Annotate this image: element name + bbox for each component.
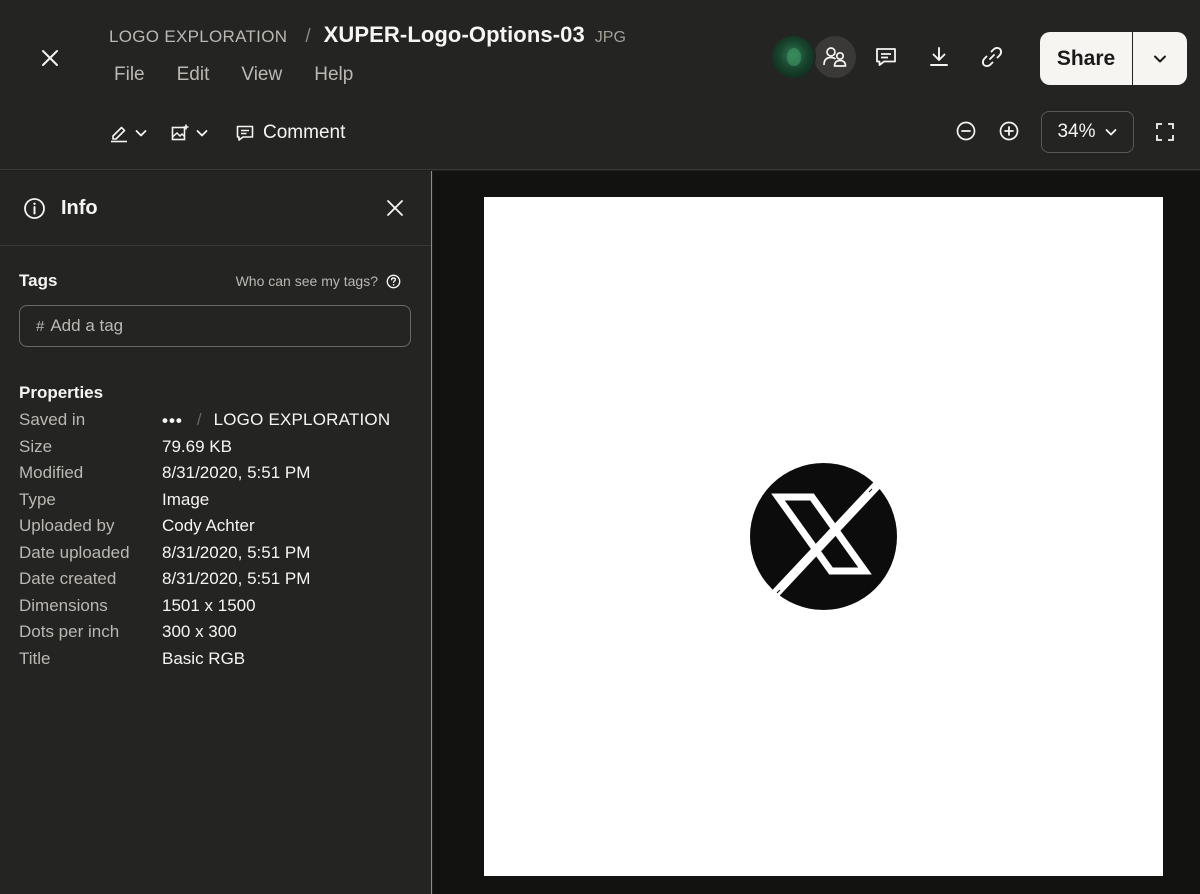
tags-heading: Tags [19, 271, 58, 290]
property-key: Date uploaded [19, 542, 130, 562]
info-panel-header: Info [0, 171, 431, 246]
property-key: Title [19, 648, 51, 668]
image-preview-area[interactable] [433, 171, 1200, 894]
close-viewer-button[interactable] [30, 38, 70, 78]
info-panel: Info Tags Who can see my tags? # Propert… [0, 171, 432, 894]
property-key: Modified [19, 463, 84, 483]
properties-heading: Properties [19, 383, 104, 402]
property-key: Size [19, 436, 53, 456]
property-value: 8/31/2020, 5:51 PM [162, 463, 311, 483]
download-button[interactable] [922, 40, 956, 74]
fullscreen-button[interactable] [1154, 121, 1176, 143]
property-value: 300 x 300 [162, 622, 237, 642]
chevron-down-icon [1154, 55, 1166, 62]
share-button-group: Share [1040, 32, 1187, 85]
chevron-down-icon [1105, 129, 1116, 136]
tags-help-label: Who can see my tags? [235, 273, 378, 289]
property-dimensions: Dimensions 1501 x 1500 [19, 593, 419, 620]
file-extension-badge: JPG [594, 29, 626, 46]
toolbar: Comment [109, 118, 345, 148]
breadcrumb: LOGO EXPLORATION / XUPER-Logo-Options-03… [109, 22, 626, 54]
close-icon [42, 50, 58, 66]
property-value: Cody Achter [162, 516, 255, 536]
properties-list: Saved in ••• / LOGO EXPLORATION Size 79.… [19, 407, 419, 672]
image-tools-dropdown[interactable] [170, 123, 209, 143]
property-value: Image [162, 489, 210, 509]
comment-label: Comment [263, 122, 346, 143]
menu-file[interactable]: File [114, 64, 145, 86]
share-button[interactable]: Share [1040, 32, 1133, 85]
property-date-created: Date created 8/31/2020, 5:51 PM [19, 566, 419, 593]
property-uploaded-by: Uploaded by Cody Achter [19, 513, 419, 540]
property-key: Saved in [19, 410, 86, 430]
add-tag-field[interactable]: # [19, 305, 411, 347]
property-key: Dimensions [19, 595, 108, 615]
property-date-uploaded: Date uploaded 8/31/2020, 5:51 PM [19, 540, 419, 567]
breadcrumb-separator: / [305, 26, 311, 47]
property-value: Basic RGB [162, 648, 246, 668]
zoom-level-value: 34% [1057, 121, 1096, 142]
saved-in-folder-link[interactable]: LOGO EXPLORATION [214, 410, 391, 430]
property-dpi: Dots per inch 300 x 300 [19, 619, 419, 646]
avatar[interactable] [770, 34, 816, 80]
property-value: ••• / LOGO EXPLORATION [162, 410, 390, 430]
chevron-down-icon [135, 130, 147, 137]
fullscreen-icon [1156, 123, 1174, 141]
property-key: Date created [19, 569, 117, 589]
comments-panel-button[interactable] [869, 40, 903, 74]
property-key: Dots per inch [19, 622, 120, 642]
image-edit-icon [171, 124, 189, 141]
zoom-in-button[interactable] [997, 119, 1021, 143]
property-value: 8/31/2020, 5:51 PM [162, 542, 311, 562]
annotate-dropdown[interactable] [109, 123, 148, 143]
property-type: Type Image [19, 487, 419, 514]
property-value: 79.69 KB [162, 436, 232, 456]
property-value: 8/31/2020, 5:51 PM [162, 569, 311, 589]
breadcrumb-folder-link[interactable]: LOGO EXPLORATION [109, 27, 287, 47]
menu-view[interactable]: View [241, 64, 282, 86]
menu-edit[interactable]: Edit [177, 64, 210, 86]
copy-link-button[interactable] [975, 40, 1009, 74]
comment-button[interactable]: Comment [235, 122, 345, 144]
path-separator: / [196, 410, 202, 430]
property-modified: Modified 8/31/2020, 5:51 PM [19, 460, 419, 487]
property-title: Title Basic RGB [19, 646, 419, 673]
info-panel-title: Info [61, 197, 98, 219]
people-icon [823, 47, 847, 67]
more-folders-button[interactable]: ••• [162, 412, 183, 429]
pen-icon [111, 126, 127, 143]
xuper-logo-image [750, 463, 897, 610]
comment-icon [876, 48, 896, 66]
close-icon[interactable] [383, 196, 407, 220]
property-saved-in: Saved in ••• / LOGO EXPLORATION [19, 407, 419, 434]
property-key: Type [19, 489, 56, 509]
info-icon [24, 198, 45, 219]
zoom-out-button[interactable] [954, 119, 978, 143]
property-size: Size 79.69 KB [19, 434, 419, 461]
share-options-button[interactable] [1133, 32, 1187, 85]
comment-icon [236, 125, 254, 141]
property-value: 1501 x 1500 [162, 595, 256, 615]
property-key: Uploaded by [19, 516, 115, 536]
collaborators [770, 34, 858, 80]
menu-help[interactable]: Help [314, 64, 353, 86]
zoom-out-icon [956, 121, 976, 141]
chevron-down-icon [196, 130, 208, 137]
help-icon [386, 274, 401, 288]
top-header: LOGO EXPLORATION / XUPER-Logo-Options-03… [0, 0, 1200, 170]
manage-access-button[interactable] [812, 34, 858, 80]
file-title[interactable]: XUPER-Logo-Options-03 [324, 22, 585, 48]
tags-visibility-help[interactable]: Who can see my tags? [236, 273, 401, 289]
zoom-level-select[interactable]: 34% [1041, 111, 1134, 153]
download-icon [930, 47, 948, 66]
add-tag-input[interactable] [50, 316, 371, 336]
hash-icon: # [36, 317, 45, 335]
menu-bar: File Edit View Help [114, 64, 385, 86]
zoom-in-icon [999, 121, 1019, 141]
link-icon [981, 46, 1003, 68]
image-canvas[interactable] [484, 197, 1163, 876]
